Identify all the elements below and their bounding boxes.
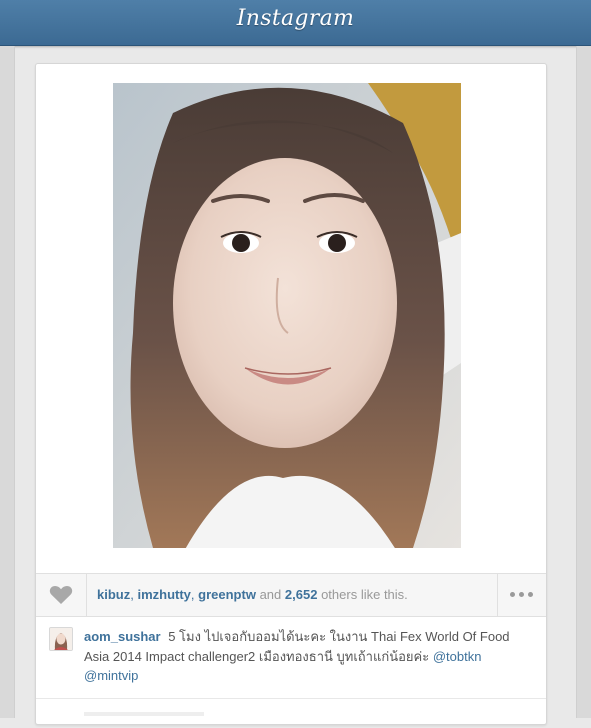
caption-text: aom_sushar 5 โมง ไปเจอกับออมได้นะคะ ในงา…	[84, 627, 524, 686]
avatar-image	[50, 628, 72, 650]
more-options-icon	[510, 592, 515, 597]
post-card: kibuz, imzhutty, greenptw and 2,652 othe…	[35, 63, 547, 725]
liker-link[interactable]: kibuz	[97, 587, 130, 602]
instagram-logo[interactable]: Instagram	[0, 6, 591, 31]
likes-suffix: others like this.	[321, 587, 408, 602]
liker-link[interactable]: greenptw	[198, 587, 256, 602]
post-photo[interactable]	[113, 83, 461, 548]
like-button[interactable]	[36, 574, 87, 616]
left-page-margin	[0, 46, 15, 718]
more-options-button[interactable]	[497, 574, 546, 616]
selfie-image	[113, 83, 461, 548]
likes-and-label: and	[259, 587, 282, 602]
likes-bar: kibuz, imzhutty, greenptw and 2,652 othe…	[36, 573, 546, 617]
likes-count[interactable]: 2,652	[285, 587, 318, 602]
heart-icon	[49, 586, 73, 604]
top-navigation-bar: Instagram	[0, 0, 591, 46]
mention-link[interactable]: @mintvip	[84, 668, 138, 683]
liker-link[interactable]: imzhutty	[137, 587, 190, 602]
right-page-margin	[576, 46, 591, 718]
post-caption: aom_sushar 5 โมง ไปเจอกับออมได้นะคะ ในงา…	[36, 616, 546, 699]
mention-link[interactable]: @tobtkn	[433, 649, 482, 664]
likes-summary: kibuz, imzhutty, greenptw and 2,652 othe…	[97, 587, 408, 602]
next-comment-row	[36, 698, 546, 728]
avatar[interactable]	[49, 627, 73, 651]
caption-username[interactable]: aom_sushar	[84, 629, 161, 644]
